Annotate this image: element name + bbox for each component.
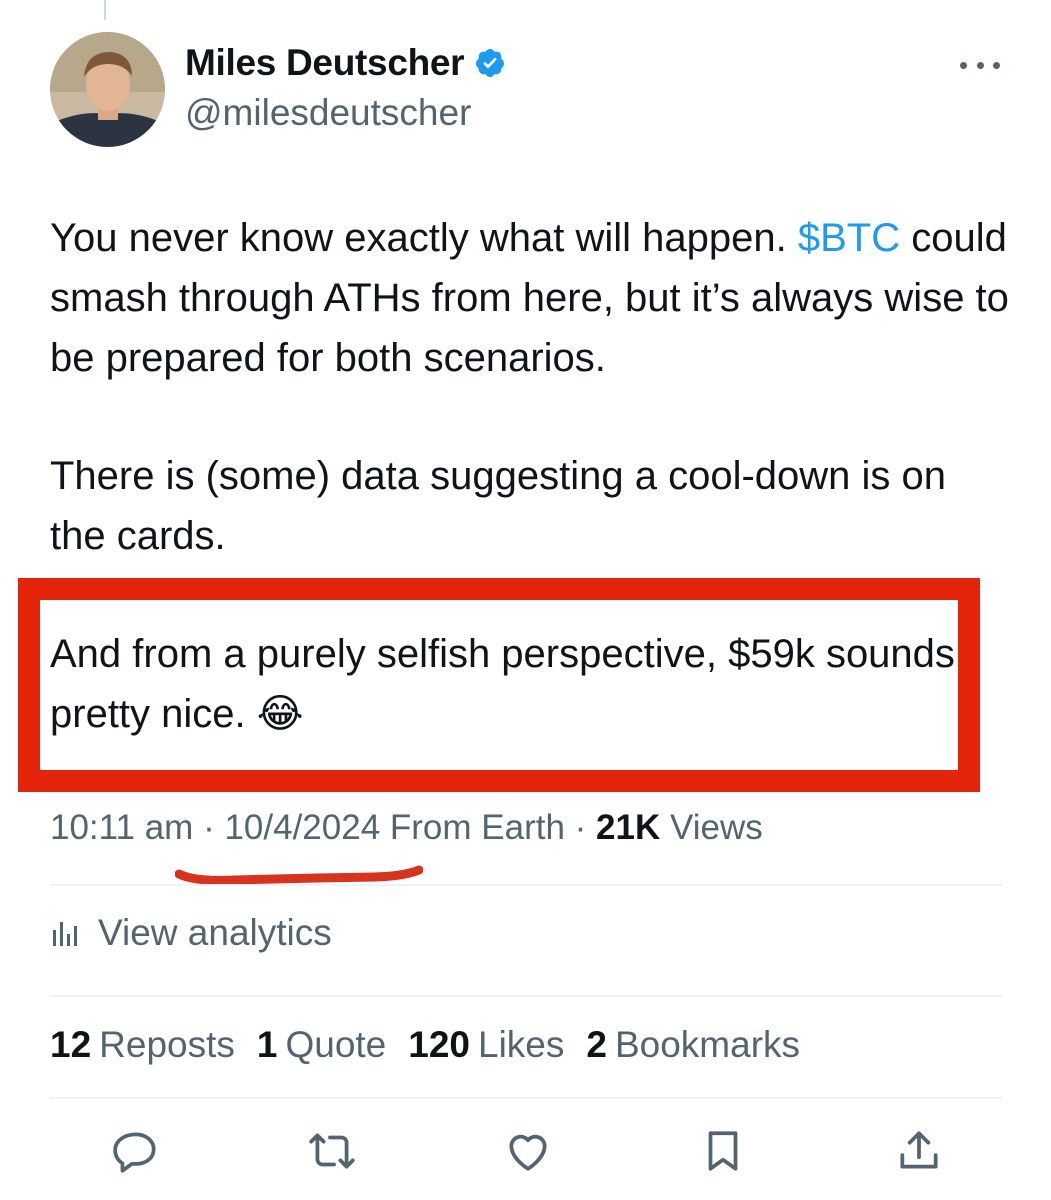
avatar[interactable] — [50, 32, 165, 147]
tweet-date[interactable]: 10/4/2024 — [224, 808, 380, 847]
reply-icon — [113, 1132, 156, 1173]
author-name-row: Miles Deutscher — [185, 42, 506, 84]
bookmarks-stat[interactable]: 2 Bookmarks — [586, 1024, 800, 1066]
dot — [993, 61, 1000, 69]
likes-count: 120 — [408, 1024, 470, 1065]
thread-connector-line — [104, 0, 106, 20]
likes-stat[interactable]: 120 Likes — [408, 1024, 564, 1066]
share-icon — [900, 1131, 938, 1169]
views-label: Views — [660, 808, 763, 847]
annotation-highlight-box — [18, 578, 980, 792]
reply-button[interactable] — [110, 1125, 162, 1177]
quotes-count: 1 — [256, 1024, 278, 1065]
dot — [960, 61, 967, 69]
quotes-label: Quote — [285, 1024, 387, 1065]
view-analytics-button[interactable]: View analytics — [50, 912, 332, 954]
views-count: 21K — [596, 808, 661, 847]
author-handle[interactable]: @milesdeutscher — [185, 92, 471, 134]
tweet-text-start: You never know exactly what will happen. — [50, 216, 798, 260]
repost-icon — [309, 1133, 355, 1169]
divider — [50, 1097, 1002, 1099]
likes-label: Likes — [478, 1024, 565, 1065]
share-button[interactable] — [893, 1125, 945, 1177]
quotes-stat[interactable]: 1 Quote — [257, 1024, 386, 1066]
tweet-actions — [110, 1125, 945, 1177]
meta-separator: · — [193, 808, 225, 847]
tweet-time[interactable]: 10:11 am — [50, 808, 193, 847]
bookmark-button[interactable] — [697, 1125, 749, 1177]
reposts-label: Reposts — [99, 1024, 235, 1065]
divider — [50, 995, 1002, 997]
dot — [976, 61, 984, 69]
more-options-icon[interactable] — [960, 50, 1000, 80]
divider — [50, 884, 1002, 886]
bookmarks-count: 2 — [586, 1024, 607, 1065]
view-analytics-label: View analytics — [98, 912, 332, 953]
tweet-meta: 10:11 am · 10/4/2024 From Earth · 21K Vi… — [50, 808, 763, 848]
like-button[interactable] — [502, 1125, 554, 1177]
tweet-location: From Earth — [380, 808, 565, 847]
analytics-icon — [53, 922, 77, 946]
tweet-paragraph-1: You never know exactly what will happen.… — [50, 208, 1010, 388]
verified-badge-icon — [474, 47, 506, 79]
author-name[interactable]: Miles Deutscher — [185, 42, 465, 84]
tweet-paragraph-2: There is (some) data suggesting a cool-d… — [50, 454, 947, 558]
reposts-count: 12 — [50, 1024, 92, 1065]
engagement-stats: 12 Reposts 1 Quote 120 Likes 2 Bookmarks — [50, 1024, 822, 1066]
avatar-image — [50, 32, 165, 147]
cashtag-link[interactable]: $BTC — [798, 216, 900, 260]
meta-separator: · — [564, 808, 597, 847]
repost-button[interactable] — [306, 1125, 358, 1177]
like-icon — [508, 1134, 547, 1171]
bookmark-icon — [708, 1131, 738, 1171]
bookmarks-label: Bookmarks — [614, 1024, 801, 1065]
reposts-stat[interactable]: 12 Reposts — [50, 1024, 235, 1066]
